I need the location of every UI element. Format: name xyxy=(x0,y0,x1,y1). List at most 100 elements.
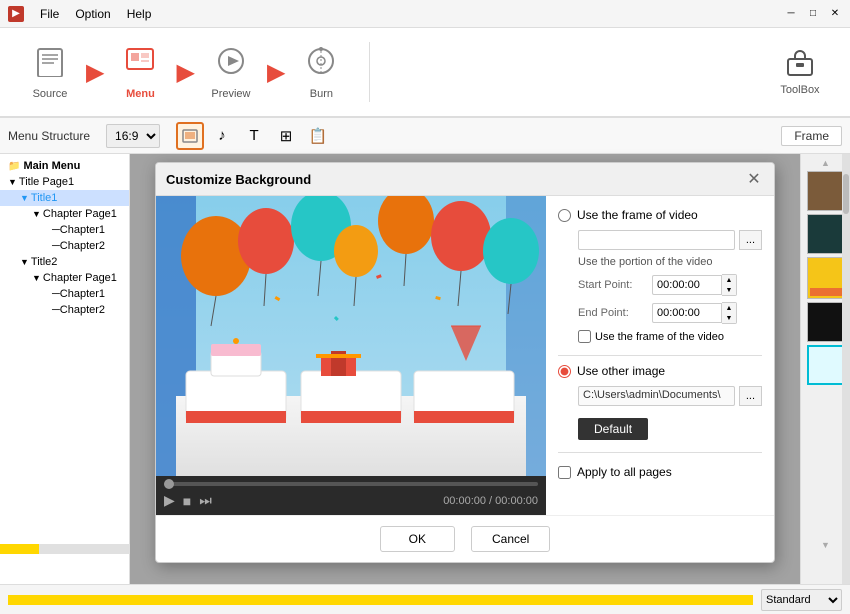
music-icon[interactable]: ♪ xyxy=(208,122,236,150)
video-browse-row: ... Use the portion of the video Start P… xyxy=(578,230,762,343)
swatch-yellow[interactable] xyxy=(807,257,845,299)
end-point-row: End Point: ▲ ▼ xyxy=(578,302,762,324)
preview-icon xyxy=(215,45,247,84)
start-up-button[interactable]: ▲ xyxy=(722,275,736,285)
burn-label: Burn xyxy=(310,88,333,100)
end-time-field[interactable] xyxy=(652,303,722,323)
swatch-light-cyan[interactable] xyxy=(807,345,845,385)
dialog-title: Customize Background xyxy=(166,172,744,187)
tree-chapter1-1[interactable]: ─ Chapter1 xyxy=(0,222,129,238)
aspect-ratio-select[interactable]: 16:9 4:3 xyxy=(106,124,160,148)
tree-title1[interactable]: ▼ Title1 xyxy=(0,190,129,206)
progress-bar-area xyxy=(164,482,538,486)
swatch-brown[interactable] xyxy=(807,171,845,211)
preview-label: Preview xyxy=(211,88,250,100)
time-display: 00:00:00 / 00:00:00 xyxy=(443,495,538,507)
text-icon[interactable]: T xyxy=(240,122,268,150)
start-label: Start Point: xyxy=(578,279,648,291)
scrollbar-track xyxy=(842,154,850,584)
tree-title2[interactable]: ▼ Title2 xyxy=(0,254,129,270)
menu-option[interactable]: Option xyxy=(75,7,110,21)
start-spin-buttons: ▲ ▼ xyxy=(722,274,737,296)
use-frame-radio[interactable] xyxy=(558,209,571,222)
end-up-button[interactable]: ▲ xyxy=(722,303,736,313)
tree-chapter-page1-1[interactable]: ▼ Chapter Page1 xyxy=(0,206,129,222)
tree-main-menu[interactable]: 📁 Main Menu xyxy=(0,158,129,174)
use-frame-label: Use the frame of video xyxy=(577,208,698,222)
progress-track[interactable] xyxy=(164,482,538,486)
tree-chapter2-2[interactable]: ─ Chapter2 xyxy=(0,302,129,318)
default-button[interactable]: Default xyxy=(578,418,648,440)
tree-chapter-page1-2[interactable]: ▼ Chapter Page1 xyxy=(0,270,129,286)
menu-file[interactable]: File xyxy=(40,7,59,21)
swatch-black[interactable] xyxy=(807,302,845,342)
scroll-down-button[interactable]: ▼ xyxy=(821,540,830,550)
image-path-area: C:\Users\admin\Documents\ ... Default xyxy=(578,386,762,440)
toolbox-button[interactable]: ToolBox xyxy=(760,32,840,112)
close-button[interactable]: ✕ xyxy=(828,7,842,21)
source-icon xyxy=(34,45,66,84)
standard-select[interactable]: Standard Widescreen Cinema xyxy=(761,589,842,611)
video-path-input[interactable] xyxy=(578,230,735,250)
play-button[interactable]: ▶ xyxy=(164,492,175,509)
main-area: 📁 Main Menu ▼ Title Page1 ▼ Title1 ▼ Cha… xyxy=(0,154,850,584)
end-label: End Point: xyxy=(578,307,648,319)
main-toolbar: Source ▶ Menu ▶ Preview ▶ xyxy=(0,28,850,118)
menu-icon xyxy=(124,45,156,84)
scrollbar-thumb[interactable] xyxy=(843,174,849,214)
portion-label: Use the portion of the video xyxy=(578,256,762,268)
browse-video-button[interactable]: ... xyxy=(739,230,762,250)
toolbar-burn[interactable]: Burn xyxy=(281,32,361,112)
cancel-button[interactable]: Cancel xyxy=(471,526,550,552)
file-icon[interactable]: 📋 xyxy=(304,122,332,150)
tree-chapter2-1[interactable]: ─ Chapter2 xyxy=(0,238,129,254)
dialog-footer: OK Cancel xyxy=(156,515,774,562)
end-down-button[interactable]: ▼ xyxy=(722,313,736,323)
skip-button[interactable]: ⏭ xyxy=(199,492,212,509)
start-time-field[interactable] xyxy=(652,275,722,295)
maximize-button[interactable]: □ xyxy=(806,7,820,21)
start-down-button[interactable]: ▼ xyxy=(722,285,736,295)
bottom-bar: Standard Widescreen Cinema xyxy=(0,584,850,614)
divider-1 xyxy=(558,355,762,356)
image-path-display: C:\Users\admin\Documents\ xyxy=(578,386,735,406)
menu-help[interactable]: Help xyxy=(127,7,152,21)
video-controls: ▶ ■ ⏭ 00:00:00 / 00:00:00 xyxy=(156,476,546,515)
divider-2 xyxy=(558,452,762,453)
app-icon: ▶ xyxy=(8,6,24,22)
start-time-input: ▲ ▼ xyxy=(652,274,737,296)
title-bar: ▶ File Option Help ─ □ ✕ xyxy=(0,0,850,28)
balloon-scene xyxy=(156,196,546,476)
progress-bar-bg xyxy=(0,544,130,554)
progress-thumb xyxy=(164,479,174,489)
dialog-close-button[interactable]: ✕ xyxy=(744,169,764,189)
progress-bar-fill xyxy=(0,544,39,554)
stop-button[interactable]: ■ xyxy=(183,493,191,509)
toolbar-preview[interactable]: Preview xyxy=(191,32,271,112)
left-panel: 📁 Main Menu ▼ Title Page1 ▼ Title1 ▼ Cha… xyxy=(0,154,130,584)
menu-structure-label: Menu Structure xyxy=(8,129,90,143)
dialog-header: Customize Background ✕ xyxy=(156,163,774,196)
use-frame-group: Use the frame of video ... Use the porti… xyxy=(558,208,762,343)
menu-label: Menu xyxy=(126,88,155,100)
ok-button[interactable]: OK xyxy=(380,526,455,552)
browse-image-button[interactable]: ... xyxy=(739,386,762,406)
swatch-dark-teal[interactable] xyxy=(807,214,845,254)
start-point-row: Start Point: ▲ ▼ xyxy=(578,274,762,296)
apply-all-checkbox[interactable] xyxy=(558,466,571,479)
scroll-up-button[interactable]: ▲ xyxy=(821,158,830,168)
minimize-button[interactable]: ─ xyxy=(784,7,798,21)
background-icon[interactable] xyxy=(176,122,204,150)
use-image-row: Use other image xyxy=(558,364,762,378)
use-frame-checkbox[interactable] xyxy=(578,330,591,343)
use-image-radio[interactable] xyxy=(558,365,571,378)
toolbar-divider xyxy=(369,42,370,102)
grid-icon[interactable]: ⊞ xyxy=(272,122,300,150)
toolbar-source[interactable]: Source xyxy=(10,32,90,112)
apply-all-row: Apply to all pages xyxy=(558,465,762,479)
tree-title-page1[interactable]: ▼ Title Page1 xyxy=(0,174,129,190)
source-label: Source xyxy=(33,88,68,100)
toolbar-menu[interactable]: Menu xyxy=(100,32,180,112)
tree-chapter1-2[interactable]: ─ Chapter1 xyxy=(0,286,129,302)
sub-toolbar: Menu Structure 16:9 4:3 ♪ T ⊞ 📋 Frame xyxy=(0,118,850,154)
